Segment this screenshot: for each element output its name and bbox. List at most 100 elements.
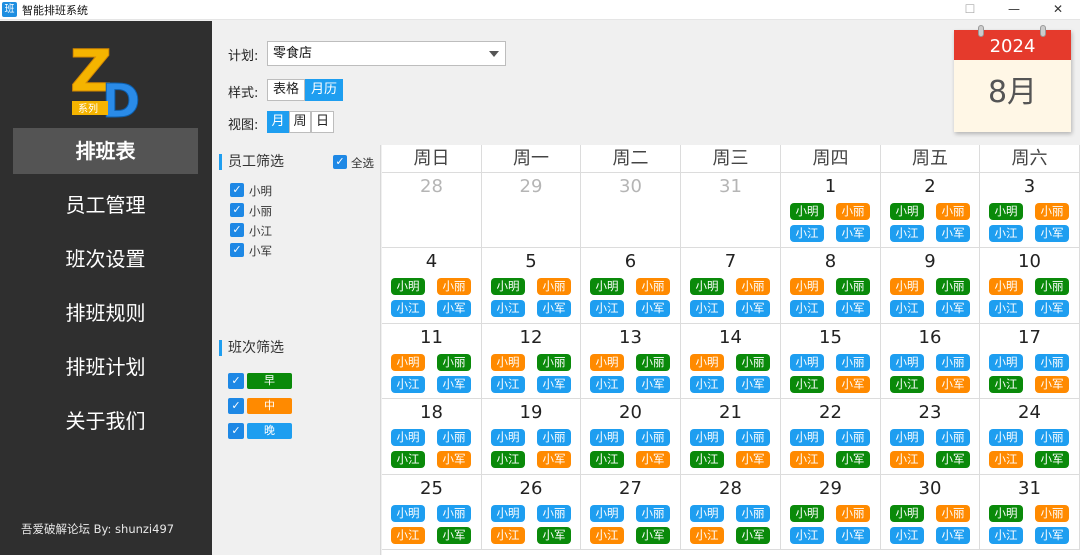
shift-chip[interactable]: 小明: [890, 354, 924, 371]
shift-chip[interactable]: 小江: [690, 527, 724, 544]
calendar-day-cell[interactable]: 29: [482, 173, 581, 248]
calendar-day-cell[interactable]: 22 小明 小丽 小江 小军: [781, 399, 881, 475]
shift-chip[interactable]: 小江: [491, 527, 525, 544]
employee-checkbox[interactable]: ✓: [230, 223, 244, 237]
calendar-day-cell[interactable]: 6 小明 小丽 小江 小军: [581, 248, 681, 324]
shift-chip[interactable]: 小丽: [736, 278, 770, 295]
shift-chip[interactable]: 小江: [391, 451, 425, 468]
calendar-day-cell[interactable]: 13 小明 小丽 小江 小军: [581, 324, 681, 399]
close-button[interactable]: ✕: [1036, 0, 1080, 20]
shift-chip[interactable]: 小丽: [437, 278, 471, 295]
shift-chip[interactable]: 小明: [989, 354, 1023, 371]
shift-chip[interactable]: 小军: [636, 451, 670, 468]
shift-chip[interactable]: 小军: [437, 300, 471, 317]
shift-chip[interactable]: 小军: [936, 225, 970, 242]
shift-chip[interactable]: 小丽: [437, 429, 471, 446]
shift-chip[interactable]: 小江: [391, 527, 425, 544]
employee-checkbox[interactable]: ✓: [230, 243, 244, 257]
shift-chip[interactable]: 小军: [836, 376, 870, 393]
shift-chip[interactable]: 小丽: [936, 203, 970, 220]
shift-chip[interactable]: 小江: [989, 300, 1023, 317]
calendar-day-cell[interactable]: 29 小明 小丽 小江 小军: [781, 475, 881, 550]
calendar-day-cell[interactable]: 20 小明 小丽 小江 小军: [581, 399, 681, 475]
shift-chip[interactable]: 小丽: [936, 505, 970, 522]
shift-chip[interactable]: 小军: [736, 527, 770, 544]
calendar-day-cell[interactable]: 15 小明 小丽 小江 小军: [781, 324, 881, 399]
shift-chip[interactable]: 小军: [537, 300, 571, 317]
shift-chip[interactable]: 小明: [989, 505, 1023, 522]
shift-chip[interactable]: 小江: [989, 527, 1023, 544]
calendar-day-cell[interactable]: 30: [581, 173, 681, 248]
calendar-day-cell[interactable]: 4 小明 小丽 小江 小军: [382, 248, 482, 324]
shift-chip[interactable]: 小丽: [936, 354, 970, 371]
calendar-day-cell[interactable]: 30 小明 小丽 小江 小军: [881, 475, 980, 550]
shift-chip[interactable]: 小明: [989, 203, 1023, 220]
shift-chip[interactable]: 小军: [736, 451, 770, 468]
shift-chip[interactable]: 小明: [989, 278, 1023, 295]
shift-chip[interactable]: 小江: [690, 376, 724, 393]
shift-chip[interactable]: 小江: [989, 451, 1023, 468]
shift-chip[interactable]: 小江: [890, 300, 924, 317]
employee-checkbox[interactable]: ✓: [230, 203, 244, 217]
shift-chip[interactable]: 小军: [736, 300, 770, 317]
shift-chip[interactable]: 小丽: [537, 429, 571, 446]
shift-chip[interactable]: 小江: [391, 376, 425, 393]
shift-chip[interactable]: 小军: [1035, 527, 1069, 544]
shift-chip[interactable]: 小明: [391, 505, 425, 522]
shift-chip[interactable]: 小明: [391, 278, 425, 295]
shift-chip[interactable]: 小丽: [736, 505, 770, 522]
shift-chip[interactable]: 小军: [836, 451, 870, 468]
shift-chip[interactable]: 小明: [890, 429, 924, 446]
shift-chip[interactable]: 小丽: [636, 354, 670, 371]
shift-chip[interactable]: 小江: [790, 527, 824, 544]
employee-checkbox[interactable]: ✓: [230, 183, 244, 197]
shift-chip[interactable]: 小明: [890, 203, 924, 220]
shift-chip[interactable]: 小丽: [1035, 354, 1069, 371]
shift-chip[interactable]: 小江: [989, 225, 1023, 242]
shift-chip[interactable]: 小江: [890, 225, 924, 242]
nav-item-2[interactable]: 班次设置: [13, 236, 198, 282]
shift-chip[interactable]: 小明: [491, 278, 525, 295]
shift-chip[interactable]: 小军: [537, 527, 571, 544]
shift-chip[interactable]: 小明: [690, 429, 724, 446]
style-option-table[interactable]: 表格: [267, 79, 305, 101]
calendar-day-cell[interactable]: 14 小明 小丽 小江 小军: [681, 324, 781, 399]
shift-chip[interactable]: 小军: [736, 376, 770, 393]
shift-chip[interactable]: 小军: [1035, 451, 1069, 468]
shift-chip[interactable]: 小丽: [537, 505, 571, 522]
shift-chip[interactable]: 小明: [590, 354, 624, 371]
shift-chip[interactable]: 小军: [1035, 376, 1069, 393]
shift-chip[interactable]: 小丽: [936, 429, 970, 446]
shift-chip[interactable]: 小军: [936, 376, 970, 393]
shift-chip[interactable]: 小丽: [537, 354, 571, 371]
calendar-day-cell[interactable]: 9 小明 小丽 小江 小军: [881, 248, 980, 324]
calendar-day-cell[interactable]: 23 小明 小丽 小江 小军: [881, 399, 980, 475]
shift-chip[interactable]: 小丽: [437, 354, 471, 371]
view-option-week[interactable]: 周: [289, 111, 311, 133]
shift-chip[interactable]: 小军: [537, 376, 571, 393]
shift-chip[interactable]: 小江: [590, 376, 624, 393]
calendar-day-cell[interactable]: 28: [382, 173, 482, 248]
calendar-day-cell[interactable]: 5 小明 小丽 小江 小军: [482, 248, 581, 324]
shift-chip[interactable]: 小江: [790, 225, 824, 242]
shift-chip[interactable]: 小江: [690, 300, 724, 317]
nav-item-0[interactable]: 排班表: [13, 128, 198, 174]
calendar-day-cell[interactable]: 31 小明 小丽 小江 小军: [980, 475, 1080, 550]
shift-chip[interactable]: 小丽: [836, 354, 870, 371]
shift-chip[interactable]: 小丽: [736, 354, 770, 371]
shift-chip[interactable]: 小丽: [1035, 429, 1069, 446]
shift-chip[interactable]: 小丽: [836, 505, 870, 522]
shift-chip[interactable]: 小丽: [736, 429, 770, 446]
shift-chip[interactable]: 小明: [590, 278, 624, 295]
shift-chip[interactable]: 小明: [590, 505, 624, 522]
shift-chip[interactable]: 小明: [989, 429, 1023, 446]
shift-chip[interactable]: 小明: [491, 354, 525, 371]
shift-chip[interactable]: 小军: [636, 376, 670, 393]
shift-chip[interactable]: 小丽: [636, 505, 670, 522]
shift-chip[interactable]: 小军: [936, 527, 970, 544]
calendar-day-cell[interactable]: 10 小明 小丽 小江 小军: [980, 248, 1080, 324]
nav-item-1[interactable]: 员工管理: [13, 182, 198, 228]
shift-chip[interactable]: 小江: [890, 527, 924, 544]
nav-item-4[interactable]: 排班计划: [13, 344, 198, 390]
shift-chip[interactable]: 小江: [890, 451, 924, 468]
